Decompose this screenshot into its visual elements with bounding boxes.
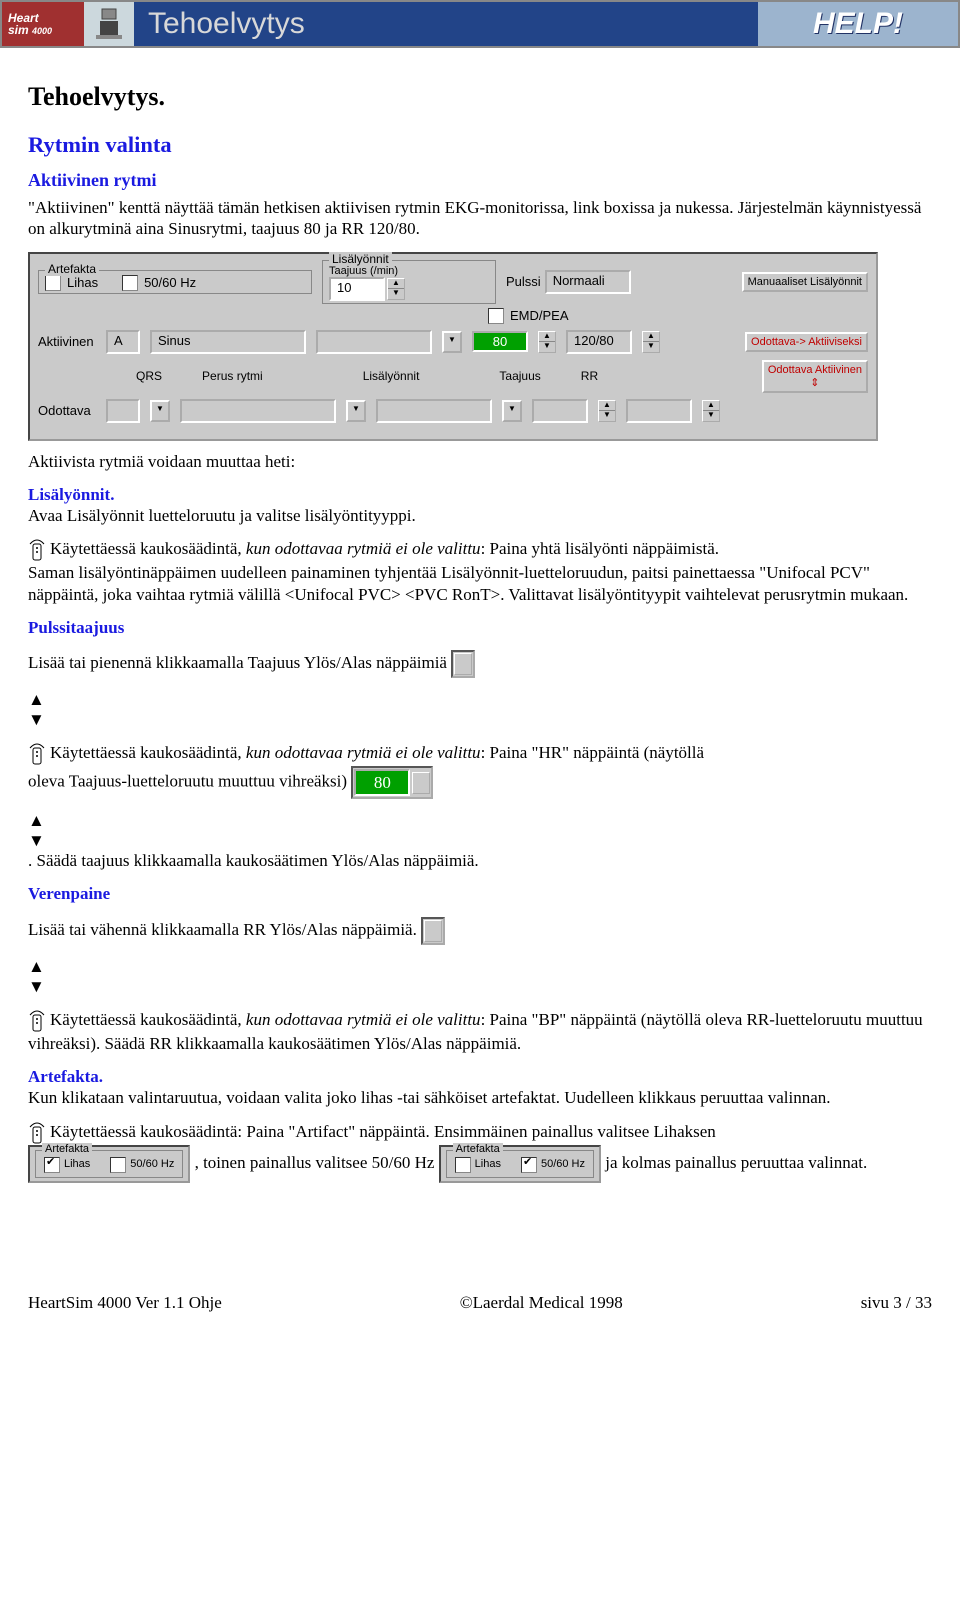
- content: Tehoelvytys. Rytmin valinta Aktiivinen r…: [0, 48, 960, 1183]
- inline-green-hr[interactable]: 80: [351, 766, 433, 799]
- saman-lisa: Saman lisälyöntinäppäimen uudelleen pain…: [28, 563, 908, 603]
- mini-panel-lihas: Artefakta Lihas 50/60 Hz: [28, 1145, 190, 1183]
- aktiivista-heti: Aktiivista rytmiä voidaan muuttaa heti:: [28, 451, 932, 472]
- akt-sinus-field[interactable]: Sinus: [150, 330, 306, 354]
- rr2-label: RR: [581, 369, 598, 383]
- section-rytmin-valinta: Rytmin valinta: [28, 132, 932, 158]
- taajuus-permin-label: Taajuus (/min): [329, 265, 489, 277]
- lisalyonnit-legend: Lisälyönnit: [329, 252, 392, 266]
- mini1-hz-checkbox[interactable]: [110, 1157, 126, 1173]
- remote3-a: Käytettäessä kaukosäädintä,: [50, 1010, 246, 1029]
- odo-rytmi-dropdown[interactable]: ▼: [346, 400, 366, 422]
- emd-checkbox[interactable]: [488, 308, 504, 324]
- mini2-hz-checkbox[interactable]: [521, 1157, 537, 1173]
- header-banner: Heart sim 4000 Tehoelvytys HELP!: [0, 0, 960, 48]
- remote1-c: : Paina yhtä lisälyönti näppäimistä.: [481, 539, 719, 558]
- lihas-checkbox[interactable]: [45, 275, 61, 291]
- aktiivinen-label: Aktiivinen: [38, 334, 96, 349]
- remote3-b: kun odottavaa rytmiä ei ole valittu: [246, 1010, 481, 1029]
- footer-center: ©Laerdal Medical 1998: [460, 1293, 623, 1313]
- heading-aktiivinen-rytmi: Aktiivinen rytmi: [28, 170, 932, 191]
- remote-icon: [28, 1009, 48, 1033]
- hr-value[interactable]: 80: [472, 331, 528, 352]
- rr-spinner[interactable]: ▲▼: [642, 331, 660, 353]
- taajuus-permin-value[interactable]: 10: [329, 277, 385, 301]
- manual-lisalyonnit-button[interactable]: Manuaaliset Lisälyönnit: [742, 272, 868, 292]
- mini-panel-hz: Artefakta Lihas 50/60 Hz: [439, 1145, 601, 1183]
- remote-icon: [28, 1121, 48, 1145]
- hz-label: 50/60 Hz: [144, 275, 196, 290]
- odo-rr-spinner[interactable]: ▲▼: [702, 400, 720, 422]
- remote1-a: Käytettäessä kaukosäädintä,: [50, 539, 246, 558]
- odo-taajuus-spinner[interactable]: ▲▼: [598, 400, 616, 422]
- remote2-b: kun odottavaa rytmiä ei ole valittu: [246, 743, 481, 762]
- perus-label: Perus rytmi: [202, 369, 263, 383]
- odottava-aktiivinen-button[interactable]: Odottava Aktiivinen⇕: [762, 360, 868, 393]
- akt-dropdown[interactable]: ▼: [442, 331, 462, 353]
- emd-label: EMD/PEA: [510, 308, 569, 323]
- remote2-a: Käytettäessä kaukosäädintä,: [50, 743, 246, 762]
- inline-spinner-2[interactable]: [421, 917, 445, 945]
- akt-a-field[interactable]: A: [106, 330, 140, 354]
- help-button[interactable]: HELP!: [758, 2, 958, 46]
- odo-rr-field[interactable]: [626, 399, 692, 423]
- taajuus2-label: Taajuus: [499, 369, 540, 383]
- remote4-b: , toinen painallus valitsee 50/60 Hz: [195, 1153, 439, 1172]
- pulssi-label: Pulssi: [506, 274, 541, 289]
- logo-small: 4000: [32, 26, 52, 36]
- mini2-lihas-checkbox[interactable]: [455, 1157, 471, 1173]
- remote-icon: [28, 538, 48, 562]
- lisalyonnit-avaa: Avaa Lisälyönnit luetteloruutu ja valits…: [28, 506, 416, 525]
- odo-a-field[interactable]: [106, 399, 140, 423]
- heading-verenpaine: Verenpaine: [28, 884, 110, 903]
- odo-taajuus-field[interactable]: [532, 399, 588, 423]
- rr-lisaa: Lisää tai vähennä klikkaamalla RR Ylös/A…: [28, 920, 417, 939]
- logo-line2: sim: [8, 23, 29, 37]
- remote4-c: ja kolmas painallus peruuttaa valinnat.: [605, 1153, 867, 1172]
- inline-spinner-1[interactable]: [451, 650, 475, 678]
- header-figure-icon: [84, 2, 134, 46]
- remote2-d: oleva Taajuus-luetteloruutu muuttuu vihr…: [28, 772, 351, 791]
- rhythm-control-panel: Artefakta Lihas 50/60 Hz Lisälyönnit Taa…: [28, 252, 878, 441]
- odottava-label: Odottava: [38, 403, 96, 418]
- remote2-e: . Säädä taajuus klikkaamalla kaukosäätim…: [28, 851, 479, 870]
- remote1-b: kun odottavaa rytmiä ei ole valittu: [246, 539, 481, 558]
- lisalyonnit2-label: Lisälyönnit: [363, 369, 420, 383]
- odo-lisa-dropdown[interactable]: ▼: [502, 400, 522, 422]
- header-logo: Heart sim 4000: [2, 2, 84, 46]
- odo-lisa-field[interactable]: [376, 399, 492, 423]
- odo-a-dropdown[interactable]: ▼: [150, 400, 170, 422]
- footer-right: sivu 3 / 33: [861, 1293, 932, 1313]
- taajuus-spinner[interactable]: ▲▼: [387, 278, 405, 300]
- mini1-lihas-checkbox[interactable]: [44, 1157, 60, 1173]
- rr-value[interactable]: 120/80: [566, 330, 632, 354]
- header-title: Tehoelvytys: [134, 2, 758, 46]
- odo-rytmi-field[interactable]: [180, 399, 336, 423]
- odottava-aktiiviseksi-button[interactable]: Odottava-> Aktiiviseksi: [745, 332, 868, 352]
- heading-lisalyonnit: Lisälyönnit.: [28, 485, 114, 504]
- remote-icon: [28, 742, 48, 766]
- qrs-label: QRS: [136, 369, 162, 383]
- heading-pulssitaajuus: Pulssitaajuus: [28, 618, 124, 637]
- page-title: Tehoelvytys.: [28, 82, 932, 112]
- lihas-label: Lihas: [67, 275, 98, 290]
- footer-left: HeartSim 4000 Ver 1.1 Ohje: [28, 1293, 222, 1313]
- remote4-a: Käytettäessä kaukosäädintä: Paina "Artif…: [50, 1122, 716, 1141]
- hr-spinner[interactable]: ▲▼: [538, 331, 556, 353]
- remote2-c: : Paina "HR" näppäintä (näytöllä: [481, 743, 705, 762]
- artefakta-body: Kun klikataan valintaruutua, voidaan val…: [28, 1088, 831, 1107]
- pulssi-lisaa: Lisää tai pienennä klikkaamalla Taajuus …: [28, 653, 447, 672]
- akt-empty-field[interactable]: [316, 330, 432, 354]
- footer: HeartSim 4000 Ver 1.1 Ohje ©Laerdal Medi…: [0, 1293, 960, 1313]
- artefakta-legend: Artefakta: [45, 262, 99, 276]
- heading-artefakta: Artefakta.: [28, 1067, 103, 1086]
- pulssi-value[interactable]: Normaali: [545, 270, 631, 294]
- paragraph-intro: "Aktiivinen" kenttä näyttää tämän hetkis…: [28, 197, 932, 240]
- hz-checkbox[interactable]: [122, 275, 138, 291]
